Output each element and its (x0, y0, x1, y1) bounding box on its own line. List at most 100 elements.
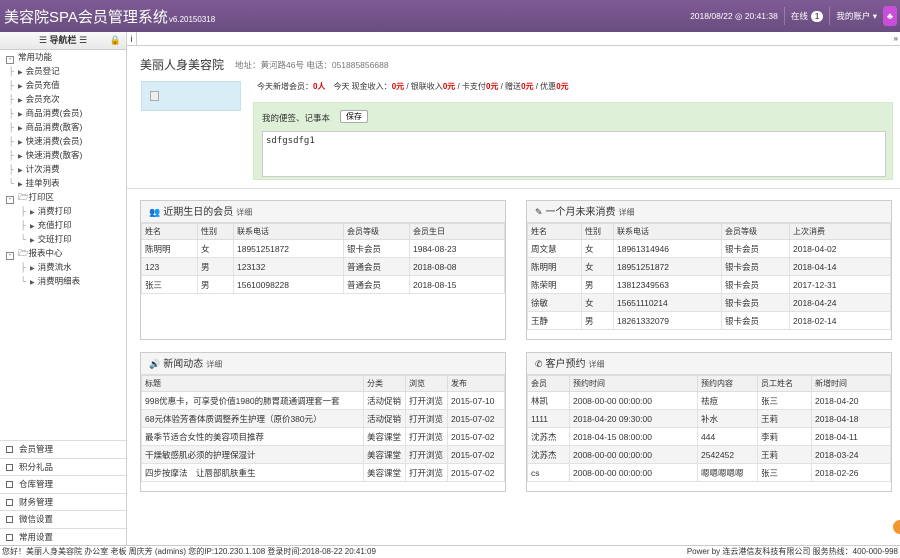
table-row[interactable]: 沈苏杰 2008-00-00 00:00:00 2542452 王莉 2018-03-2… (527, 445, 891, 464)
nav-item-report-flow[interactable]: ├ ▶ 消费流水 (0, 260, 126, 274)
column-header: 预约内容 (697, 375, 758, 392)
table-cell: 男 (197, 275, 234, 294)
open-browse-link[interactable]: 打开浏览 (405, 391, 448, 410)
nav-item-count-consume[interactable]: ├ ▶ 计次消费 (0, 162, 126, 176)
info-tab-icon[interactable]: i (127, 32, 137, 46)
tree-line-icon: └ (8, 178, 15, 188)
detail-link[interactable]: 详细 (206, 360, 222, 369)
panel-header: ✆ 客户预约 详细 (527, 353, 891, 375)
table-row[interactable]: 陈荣明男 13812349563 银卡会员 2017-12-31 (527, 275, 891, 294)
detail-link[interactable]: 详细 (589, 360, 605, 369)
memo-save-button[interactable]: 保存 (340, 110, 368, 123)
bottom-nav-warehouse[interactable]: 仓库管理 (0, 475, 126, 493)
table-row[interactable]: 1111 2018-04-20 09:30:00 补水 王莉 2018-04-18 (527, 409, 891, 428)
divider (127, 188, 900, 189)
table-row[interactable]: 林凯 2008-00-00 00:00:00 祛痘 张三 2018-04-20 (527, 391, 891, 410)
table-row[interactable]: 123 男 123132 普通会员 2018-08-08 (141, 257, 505, 276)
stat-label: 今天 现金收入： (325, 82, 392, 91)
nav-item-member-recharge-times[interactable]: ├ ▶ 会员充次 (0, 92, 126, 106)
table-cell[interactable]: 干燥敏感肌必须的护理保湿计 (141, 445, 364, 464)
bottom-nav-member[interactable]: 会员管理 (0, 440, 126, 458)
open-browse-link[interactable]: 打开浏览 (405, 409, 448, 428)
stat-value: 0元 (521, 82, 534, 91)
table-row[interactable]: 68元体验芳香体质调整养生护理（原价380元） 活动促销 打开浏览 2015-07-0… (141, 409, 505, 428)
tree-line-icon: ├ (8, 108, 15, 118)
nav-section-reports[interactable]: - 🗁报表中心 (0, 246, 126, 260)
nav-item-goods-guest[interactable]: ├ ▶ 商品消费(散客) (0, 120, 126, 134)
nav-item-pending-list[interactable]: └ ▶ 挂单列表 (0, 176, 126, 190)
table-row[interactable]: 陈明明女 18951251872 银卡会员 1984-08-23 (141, 239, 505, 258)
bottom-nav-finance[interactable]: 财务管理 (0, 492, 126, 510)
bottom-nav-settings[interactable]: 常用设置 (0, 527, 126, 545)
table-cell[interactable]: 998优惠卡，可享受价值1980的肺胃疏通调理套一套 (141, 391, 364, 410)
arrow-right-icon: ▶ (18, 70, 23, 76)
nav-item-report-detail[interactable]: └ ▶ 消费明细表 (0, 274, 126, 288)
tab-scroll-down-icon[interactable]: » (894, 32, 898, 46)
stat-label: / 银联收入 (404, 82, 443, 91)
open-browse-link[interactable]: 打开浏览 (405, 463, 448, 482)
table-cell: 2542452 (697, 445, 758, 464)
table-cell: 男 (581, 311, 614, 330)
nav-item-goods-member[interactable]: ├ ▶ 商品消费(会员) (0, 106, 126, 120)
stat-value: 0人 (313, 82, 326, 91)
column-header: 浏览 (405, 375, 448, 392)
table-cell: 张三 (141, 275, 198, 294)
column-header: 分类 (363, 375, 406, 392)
birthday-panel: 👥 近期生日的会员 详细 姓名 性别 联系电话 会员等级 会员生日 陈明明女 189512518… (140, 200, 506, 340)
account-menu[interactable]: 我的账户 ▾ (836, 10, 877, 22)
table-row[interactable]: 张三男 15610098228 普通会员 2018-08-15 (141, 275, 505, 294)
table-row[interactable]: 徐敏女 15651110214 银卡会员 2018-04-24 (527, 293, 891, 312)
open-browse-link[interactable]: 打开浏览 (405, 427, 448, 446)
table-row[interactable]: 最季节适合女性的美容项目推荐 美容课堂 打开浏览 2015-07-02 (141, 427, 505, 446)
table-cell: 2018-04-11 (811, 427, 891, 446)
arrow-right-icon: ▶ (30, 280, 35, 286)
table-cell: 美容课堂 (363, 427, 406, 446)
table-cell[interactable]: 68元体验芳香体质调整养生护理（原价380元） (141, 409, 364, 428)
table-cell: 陈明明 (527, 257, 582, 276)
online-status[interactable]: 在线 1 (791, 10, 824, 22)
nav-section-common[interactable]: - 常用功能 (0, 50, 126, 64)
nav-item-label: 消费明细表 (37, 276, 81, 286)
table-cell: 李莉 (757, 427, 812, 446)
lock-icon[interactable]: 🔒 (110, 32, 121, 49)
table-cell: 普通会员 (343, 275, 410, 294)
datetime-display: 2018/08/22 ◎ 20:41:38 (690, 10, 778, 21)
table-cell: 2018-04-20 09:30:00 (569, 409, 698, 428)
table-row[interactable]: cs 2008-00-00 00:00:00 嗯嗯嗯嗯嗯 张三 2018-02-26 (527, 463, 891, 482)
table-row[interactable]: 干燥敏感肌必须的护理保湿计 美容课堂 打开浏览 2015-07-02 (141, 445, 505, 464)
notification-icon[interactable]: ♣ (883, 6, 897, 26)
nav-item-quick-guest[interactable]: ├ ▶ 快速消费(散客) (0, 148, 126, 162)
folder-icon: 🗁 (18, 192, 29, 202)
table-row[interactable]: 四步按摩法 让唇部肌肤重生 美容课堂 打开浏览 2015-07-02 (141, 463, 505, 482)
nav-section-print[interactable]: - 🗁打印区 (0, 190, 126, 204)
table-row[interactable]: 998优惠卡，可享受价值1980的肺胃疏通调理套一套 活动促销 打开浏览 2015-0… (141, 391, 505, 410)
table-cell: cs (527, 463, 570, 482)
nav-item-print-recharge[interactable]: ├ ▶ 充值打印 (0, 218, 126, 232)
table-row[interactable]: 陈明明女 18951251872 银卡会员 2018-04-14 (527, 257, 891, 276)
memo-textarea[interactable]: sdfgsdfg1 (262, 131, 886, 177)
shop-photo (141, 81, 241, 111)
nav-item-member-recharge[interactable]: ├ ▶ 会员充值 (0, 78, 126, 92)
open-browse-link[interactable]: 打开浏览 (405, 445, 448, 464)
bottom-nav-wechat[interactable]: 微信设置 (0, 510, 126, 528)
table-row[interactable]: 王静男 18261332079 银卡会员 2018-02-14 (527, 311, 891, 330)
table-row[interactable]: 沈苏杰 2018-04-15 08:00:00 444 李莉 2018-04-11 (527, 427, 891, 446)
detail-link[interactable]: 详细 (619, 208, 635, 217)
table-cell: 林凯 (527, 391, 570, 410)
nav-item-print-shift[interactable]: └ ▶ 交班打印 (0, 232, 126, 246)
detail-link[interactable]: 详细 (236, 208, 252, 217)
table-cell: 2018-04-20 (811, 391, 891, 410)
nav-item-member-register[interactable]: ├ ▶ 会员登记 (0, 64, 126, 78)
help-icon[interactable] (893, 520, 900, 534)
bottom-nav-points[interactable]: 积分礼品 (0, 457, 126, 475)
table-cell[interactable]: 四步按摩法 让唇部肌肤重生 (141, 463, 364, 482)
table-cell: 男 (197, 257, 234, 276)
bottom-nav: 会员管理 积分礼品 仓库管理 财务管理 微信设置 常用设置 (0, 440, 126, 545)
nav-item-print-consume[interactable]: ├ ▶ 消费打印 (0, 204, 126, 218)
table-cell[interactable]: 最季节适合女性的美容项目推荐 (141, 427, 364, 446)
table-cell: 1984-08-23 (409, 239, 505, 258)
table-cell: 2015-07-10 (447, 391, 505, 410)
table-cell: 补水 (697, 409, 758, 428)
table-row[interactable]: 周文慧女 18961314946 银卡会员 2018-04-02 (527, 239, 891, 258)
nav-item-quick-member[interactable]: ├ ▶ 快速消费(会员) (0, 134, 126, 148)
